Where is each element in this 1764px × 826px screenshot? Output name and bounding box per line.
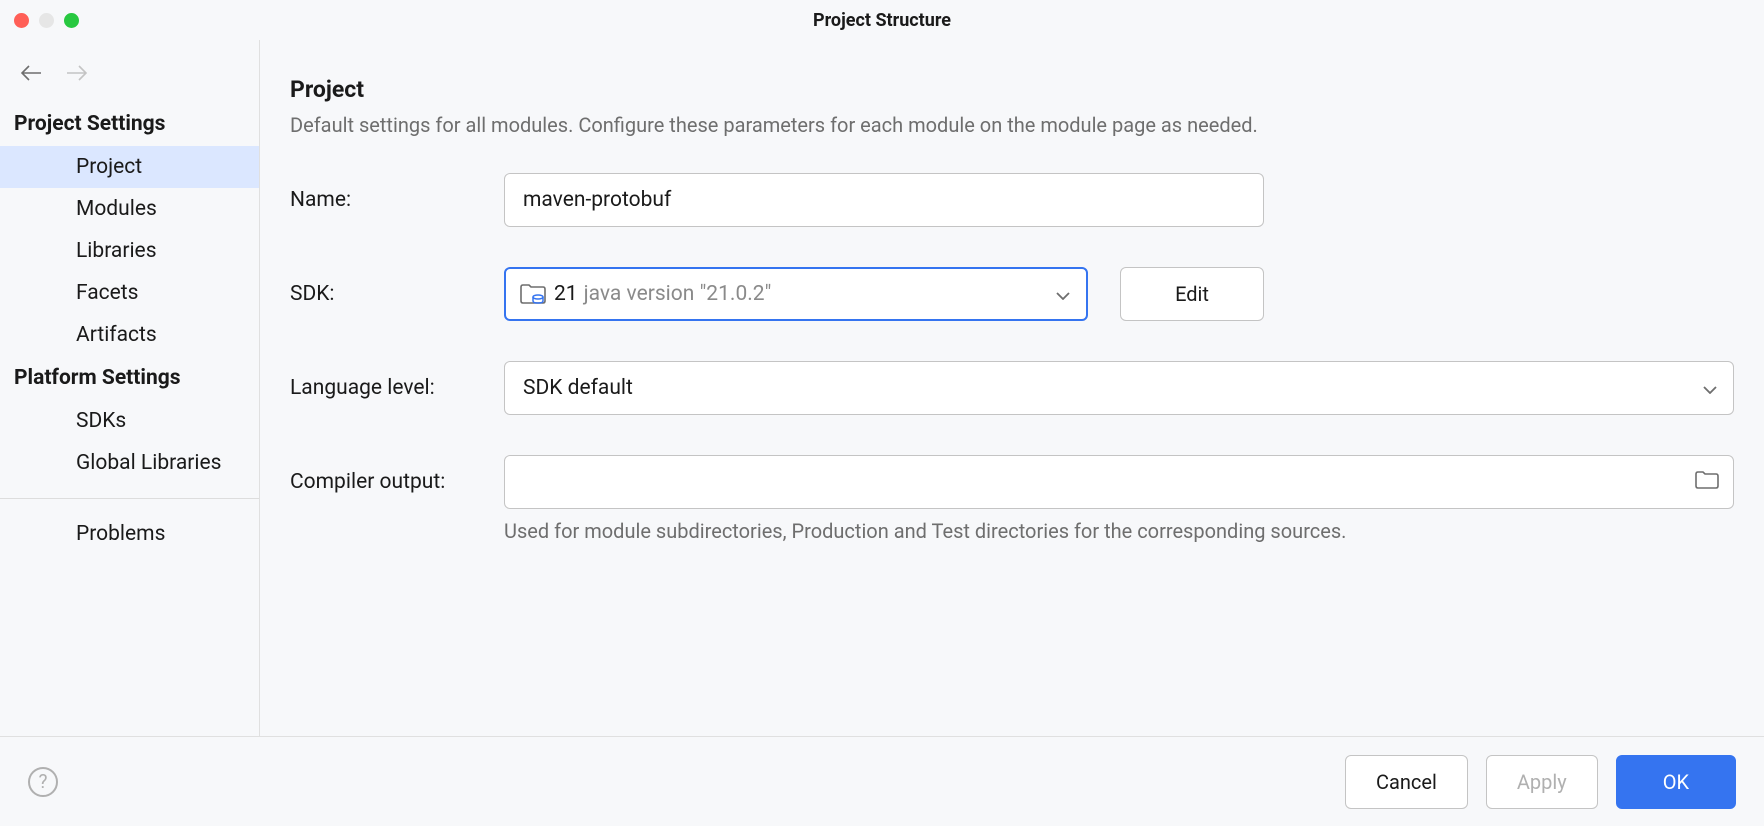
sidebar-item-label: Problems	[76, 522, 165, 546]
window-title: Project Structure	[813, 10, 951, 31]
language-level-row: Language level: SDK default	[290, 361, 1734, 415]
sidebar-header-project-settings: Project Settings	[0, 112, 259, 146]
apply-button: Apply	[1486, 755, 1598, 809]
main-area: Project Settings Project Modules Librari…	[0, 40, 1764, 736]
sidebar-header-platform-settings: Platform Settings	[0, 356, 259, 400]
name-input[interactable]	[504, 173, 1264, 227]
content-title: Project	[290, 76, 1734, 103]
content-panel: Project Default settings for all modules…	[260, 40, 1764, 736]
footer-buttons: Cancel Apply OK	[1345, 755, 1736, 809]
sidebar-item-label: Project	[76, 155, 142, 179]
minimize-window-button[interactable]	[39, 13, 54, 28]
sidebar: Project Settings Project Modules Librari…	[0, 40, 260, 736]
sidebar-item-label: Artifacts	[76, 323, 157, 347]
close-window-button[interactable]	[14, 13, 29, 28]
sidebar-item-label: SDKs	[76, 409, 126, 433]
sidebar-item-label: Facets	[76, 281, 139, 305]
maximize-window-button[interactable]	[64, 13, 79, 28]
language-level-label: Language level:	[290, 376, 504, 400]
cancel-button[interactable]: Cancel	[1345, 755, 1468, 809]
content-subtitle: Default settings for all modules. Config…	[290, 113, 1734, 137]
ok-button[interactable]: OK	[1616, 755, 1736, 809]
sdk-folder-icon	[520, 283, 546, 305]
sidebar-item-artifacts[interactable]: Artifacts	[0, 314, 259, 356]
sdk-select[interactable]: 21 java version "21.0.2"	[504, 267, 1088, 321]
browse-folder-icon[interactable]	[1695, 470, 1719, 494]
chevron-down-icon	[1056, 285, 1070, 304]
sidebar-item-libraries[interactable]: Libraries	[0, 230, 259, 272]
sdk-label: SDK:	[290, 282, 504, 306]
sidebar-divider	[0, 498, 259, 499]
compiler-output-hint: Used for module subdirectories, Producti…	[504, 519, 1734, 543]
nav-arrows	[0, 64, 259, 112]
sidebar-item-modules[interactable]: Modules	[0, 188, 259, 230]
sdk-row: SDK: 21 java version "21.0.2" Edit	[290, 267, 1734, 321]
name-row: Name:	[290, 173, 1734, 227]
sidebar-item-facets[interactable]: Facets	[0, 272, 259, 314]
sdk-value-sub: java version "21.0.2"	[584, 282, 772, 306]
sidebar-item-label: Libraries	[76, 239, 157, 263]
window-controls	[14, 13, 79, 28]
sidebar-item-global-libraries[interactable]: Global Libraries	[0, 442, 259, 484]
compiler-output-label: Compiler output:	[290, 470, 504, 494]
compiler-output-row: Compiler output:	[290, 455, 1734, 509]
footer: ? Cancel Apply OK	[0, 736, 1764, 826]
compiler-output-field	[504, 455, 1734, 509]
sdk-value-main: 21	[554, 282, 578, 306]
sidebar-item-problems[interactable]: Problems	[0, 513, 259, 555]
help-button[interactable]: ?	[28, 767, 58, 797]
compiler-output-input[interactable]	[519, 470, 1719, 494]
nav-back-button[interactable]	[20, 64, 42, 84]
name-label: Name:	[290, 188, 504, 212]
titlebar: Project Structure	[0, 0, 1764, 40]
sidebar-item-project[interactable]: Project	[0, 146, 259, 188]
language-level-select[interactable]: SDK default	[504, 361, 1734, 415]
nav-forward-button	[66, 64, 88, 84]
chevron-down-icon	[1703, 376, 1717, 400]
edit-sdk-button[interactable]: Edit	[1120, 267, 1264, 321]
sidebar-item-label: Global Libraries	[76, 451, 221, 475]
sidebar-item-sdks[interactable]: SDKs	[0, 400, 259, 442]
sidebar-item-label: Modules	[76, 197, 157, 221]
language-level-value: SDK default	[523, 376, 633, 400]
